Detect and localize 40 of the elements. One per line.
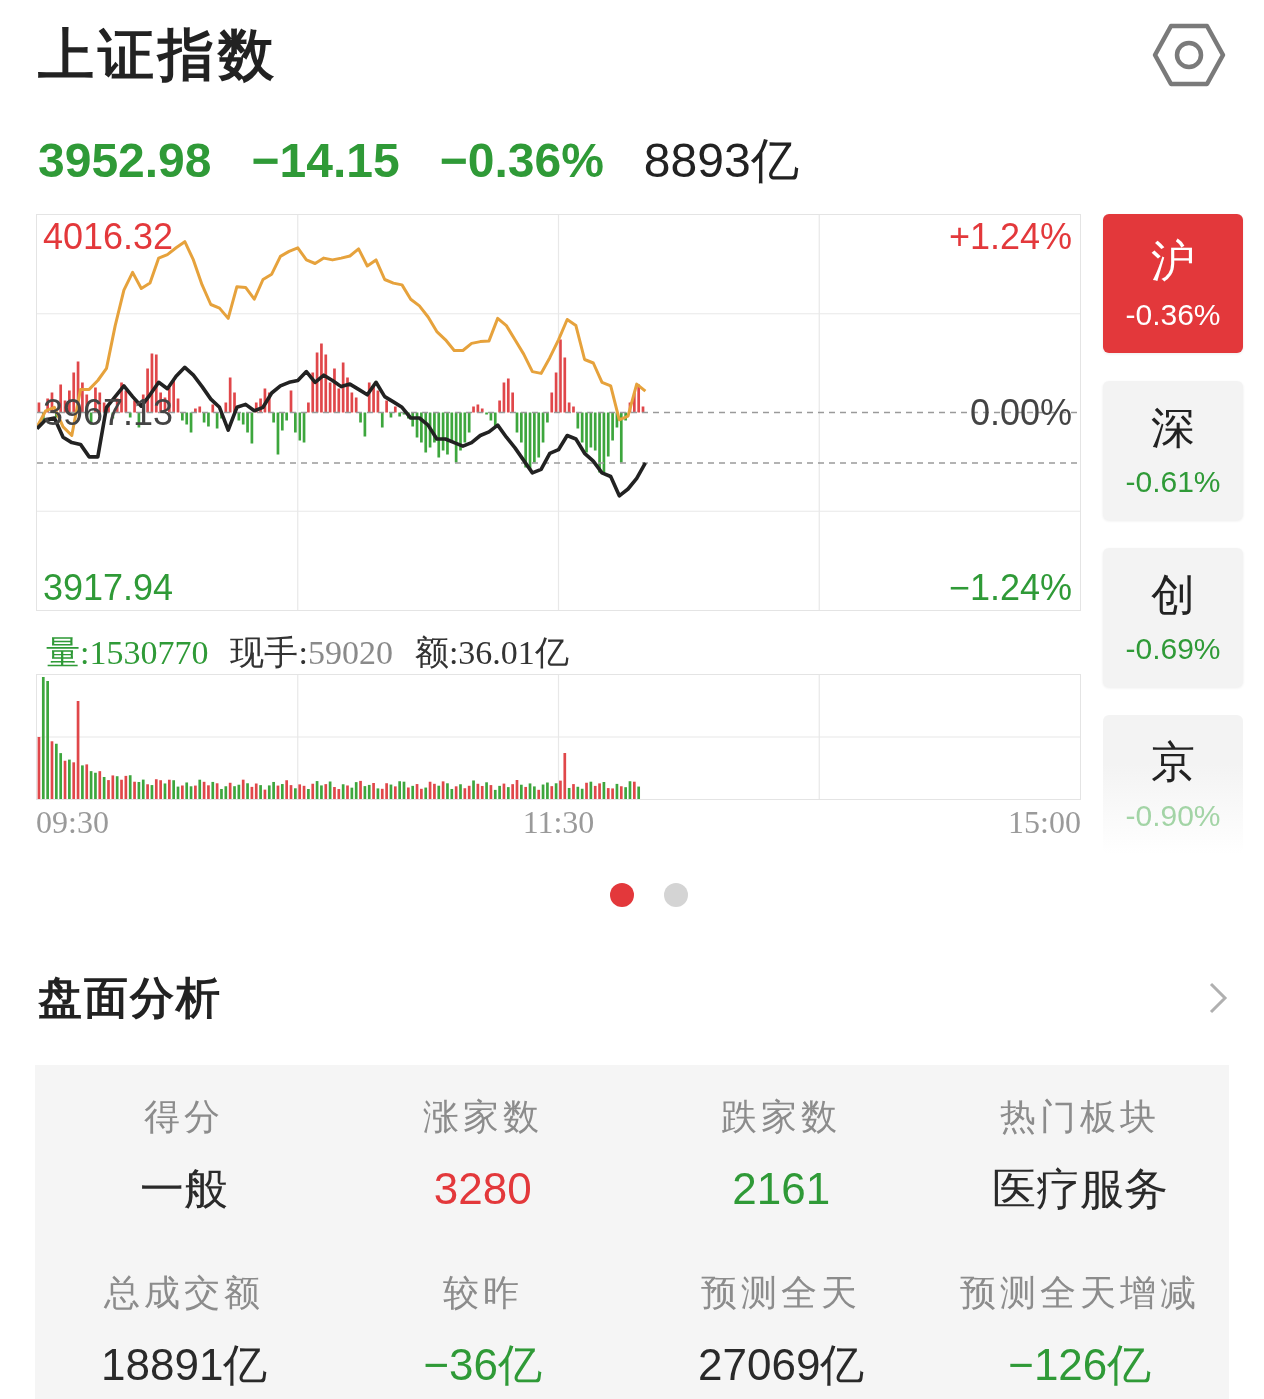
stat-value: 医疗服务 — [991, 1165, 1168, 1213]
stat-label: 较昨 — [442, 1273, 523, 1313]
settings-icon[interactable] — [1152, 23, 1226, 87]
volume-stat: 现手:59020 — [230, 633, 393, 673]
stat-label: 热门板块 — [999, 1097, 1160, 1137]
stat-value: 一般 — [140, 1165, 229, 1213]
stat-label: 总成交额 — [104, 1273, 265, 1313]
stat-value: 3280 — [433, 1165, 532, 1213]
index-tab[interactable]: 沪 -0.36% — [1103, 214, 1243, 353]
stat-label: 预测全天 — [701, 1273, 862, 1313]
pager-dot[interactable] — [664, 883, 688, 907]
percent-axis-label: +1.24% — [948, 217, 1072, 257]
page-title: 上证指数 — [38, 21, 278, 89]
time-axis-label: 09:30 — [36, 803, 109, 842]
percent-change: −0.36% — [439, 133, 604, 189]
stat-label: 得分 — [144, 1097, 225, 1137]
stat-value: 2161 — [732, 1165, 831, 1213]
chevron-right-icon[interactable] — [1208, 981, 1228, 1015]
stat-value: −126亿 — [1008, 1341, 1152, 1389]
price-axis-label: 4016.32 — [43, 217, 174, 257]
volume-stat: 额:36.01亿 — [414, 633, 569, 673]
stat-value: −36亿 — [423, 1341, 543, 1389]
stat-label: 跌家数 — [721, 1097, 842, 1137]
price-axis-label: 3917.94 — [43, 568, 174, 608]
percent-axis-label: 0.00% — [969, 392, 1072, 433]
volume-stat: 量:1530770 — [46, 633, 209, 673]
section-title: 盘面分析 — [38, 971, 222, 1025]
stat-value: 18891亿 — [101, 1341, 268, 1389]
index-tab[interactable]: 创 -0.69% — [1103, 548, 1243, 687]
time-axis-label: 11:30 — [522, 803, 595, 842]
turnover-amount: 8893亿 — [643, 133, 799, 189]
time-axis-label: 15:00 — [1008, 803, 1081, 842]
price-change: −14.15 — [251, 133, 400, 189]
stat-label: 预测全天增减 — [959, 1273, 1200, 1313]
stat-value: 27069亿 — [698, 1341, 865, 1389]
index-tab[interactable]: 深 -0.61% — [1103, 381, 1243, 520]
percent-axis-label: −1.24% — [948, 568, 1072, 608]
pager-dot[interactable] — [610, 883, 634, 907]
stat-label: 涨家数 — [422, 1097, 543, 1137]
index-price: 3952.98 — [38, 133, 212, 189]
